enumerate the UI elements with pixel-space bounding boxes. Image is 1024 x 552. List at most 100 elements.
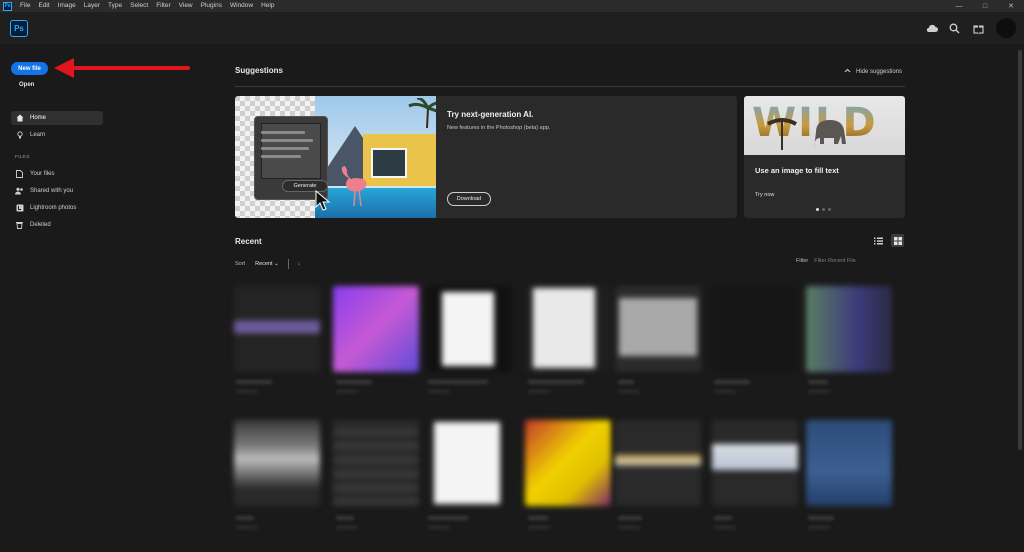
recent-file-date <box>428 390 450 393</box>
sidebar-item-label: Your files <box>30 171 55 177</box>
recent-file-thumbnail[interactable] <box>525 286 611 372</box>
window-controls: — □ ✕ <box>946 0 1024 12</box>
recent-file-name <box>714 516 732 520</box>
page-shape <box>442 292 494 366</box>
recent-file-thumbnail[interactable] <box>712 420 798 506</box>
sidebar-item-shared[interactable]: Shared with you <box>11 184 103 198</box>
page-shape <box>434 422 500 504</box>
recent-file-thumbnail[interactable] <box>615 420 701 506</box>
recent-file-thumbnail[interactable] <box>333 286 419 372</box>
recent-file-thumbnail[interactable] <box>426 286 512 372</box>
carousel-dots[interactable] <box>816 208 831 211</box>
sort-dropdown[interactable]: Recent ⌄ <box>255 261 279 267</box>
menu-window[interactable]: Window <box>226 0 257 12</box>
menu-help[interactable]: Help <box>257 0 278 12</box>
recent-file-date <box>528 390 550 393</box>
recent-file-thumbnail[interactable] <box>234 420 320 506</box>
recent-file-date <box>428 526 450 529</box>
menu-image[interactable]: Image <box>54 0 80 12</box>
menu-edit[interactable]: Edit <box>34 0 53 12</box>
menu-filter[interactable]: Filter <box>152 0 174 12</box>
files-section-label: FILES <box>15 155 30 160</box>
menu-layer[interactable]: Layer <box>80 0 104 12</box>
recent-file-thumbnail[interactable] <box>806 286 892 372</box>
lightbulb-icon <box>15 131 24 140</box>
cloud-icon[interactable] <box>924 20 940 36</box>
carousel-dot[interactable] <box>822 208 825 211</box>
page-shape <box>619 298 697 356</box>
open-button[interactable]: Open <box>19 82 34 88</box>
try-now-link[interactable]: Try now <box>755 192 774 198</box>
minimize-button[interactable]: — <box>946 0 972 12</box>
recent-file-name <box>618 380 634 384</box>
list-view-icon[interactable] <box>872 234 885 247</box>
carousel-dot[interactable] <box>828 208 831 211</box>
menu-plugins[interactable]: Plugins <box>197 0 226 12</box>
sidebar-item-home[interactable]: Home <box>11 111 103 125</box>
recent-file-thumbnail[interactable] <box>525 420 611 506</box>
avatar[interactable] <box>996 18 1016 38</box>
sidebar-item-deleted[interactable]: Deleted <box>11 218 103 232</box>
close-button[interactable]: ✕ <box>998 0 1024 12</box>
recent-file-name <box>336 380 372 384</box>
ai-card-title: Try next-generation AI. <box>447 110 534 119</box>
grid-view-icon[interactable] <box>891 234 904 247</box>
sort-row: Sort Recent ⌄ ↓ <box>235 258 300 270</box>
recent-file-date <box>236 390 258 393</box>
chevron-up-icon <box>844 68 851 75</box>
fill-text-title: Use an image to fill text <box>755 166 839 175</box>
menu-view[interactable]: View <box>175 0 197 12</box>
recent-file-date <box>714 390 736 393</box>
recent-file-thumbnail[interactable] <box>234 286 320 372</box>
maximize-button[interactable]: □ <box>972 0 998 12</box>
recent-file-name <box>428 516 468 520</box>
hide-suggestions-button[interactable]: Hide suggestions <box>844 68 902 75</box>
carousel-dot[interactable] <box>816 208 819 211</box>
recent-file-name <box>808 380 828 384</box>
recent-file-date <box>808 390 830 393</box>
recent-file-name <box>618 516 642 520</box>
filter-field[interactable]: Filter Filter Recent File <box>796 258 856 264</box>
sidebar-item-label: Lightroom photos <box>30 205 77 211</box>
menu-bar: Ps File Edit Image Layer Type Select Fil… <box>0 0 1024 12</box>
sort-label: Sort <box>235 261 246 267</box>
recent-file-date <box>528 526 550 529</box>
scrollbar[interactable] <box>1018 44 1022 552</box>
recent-file-thumbnail[interactable] <box>333 420 419 506</box>
recent-file-name <box>528 516 548 520</box>
ai-suggestion-card[interactable]: Generate Try next-generation AI. New fea… <box>235 96 737 218</box>
app-header: Ps <box>0 12 1024 44</box>
sidebar-item-your-files[interactable]: Your files <box>11 167 103 181</box>
sidebar-item-lightroom[interactable]: Lightroom photos <box>11 201 103 215</box>
panel-line <box>261 139 313 142</box>
search-icon[interactable] <box>946 20 962 36</box>
fill-text-card[interactable]: WILD Use an image to fill text Try now <box>744 96 905 218</box>
ai-card-subtitle: New features in the Photoshop (beta) app… <box>447 125 551 131</box>
recent-file-name <box>528 380 584 384</box>
sort-direction-icon[interactable]: ↓ <box>298 261 301 267</box>
sidebar-item-label: Deleted <box>30 222 51 228</box>
lightroom-icon <box>15 204 24 213</box>
recent-file-thumbnail[interactable] <box>615 286 701 372</box>
panel-line <box>261 155 301 158</box>
photoshop-logo[interactable]: Ps <box>10 20 28 37</box>
generate-label: Generate <box>293 183 317 189</box>
pool-shape <box>315 188 436 218</box>
menu-select[interactable]: Select <box>126 0 152 12</box>
gift-icon[interactable] <box>970 20 986 36</box>
filter-input[interactable]: Filter Recent File <box>814 258 856 264</box>
recent-file-name <box>236 516 254 520</box>
sidebar-item-learn[interactable]: Learn <box>11 128 103 142</box>
scrollbar-thumb[interactable] <box>1018 50 1022 450</box>
home-icon <box>15 114 24 123</box>
new-file-button[interactable]: New file <box>11 62 48 75</box>
menu-file[interactable]: File <box>16 0 34 12</box>
recent-file-thumbnail[interactable] <box>806 420 892 506</box>
recent-file-thumbnail[interactable] <box>426 420 512 506</box>
recent-file-thumbnail[interactable] <box>712 286 798 372</box>
download-button[interactable]: Download <box>447 192 491 206</box>
palm-tree-icon <box>408 98 436 128</box>
menu-type[interactable]: Type <box>104 0 126 12</box>
ai-card-image: Generate <box>235 96 436 218</box>
recent-file-name <box>336 516 354 520</box>
